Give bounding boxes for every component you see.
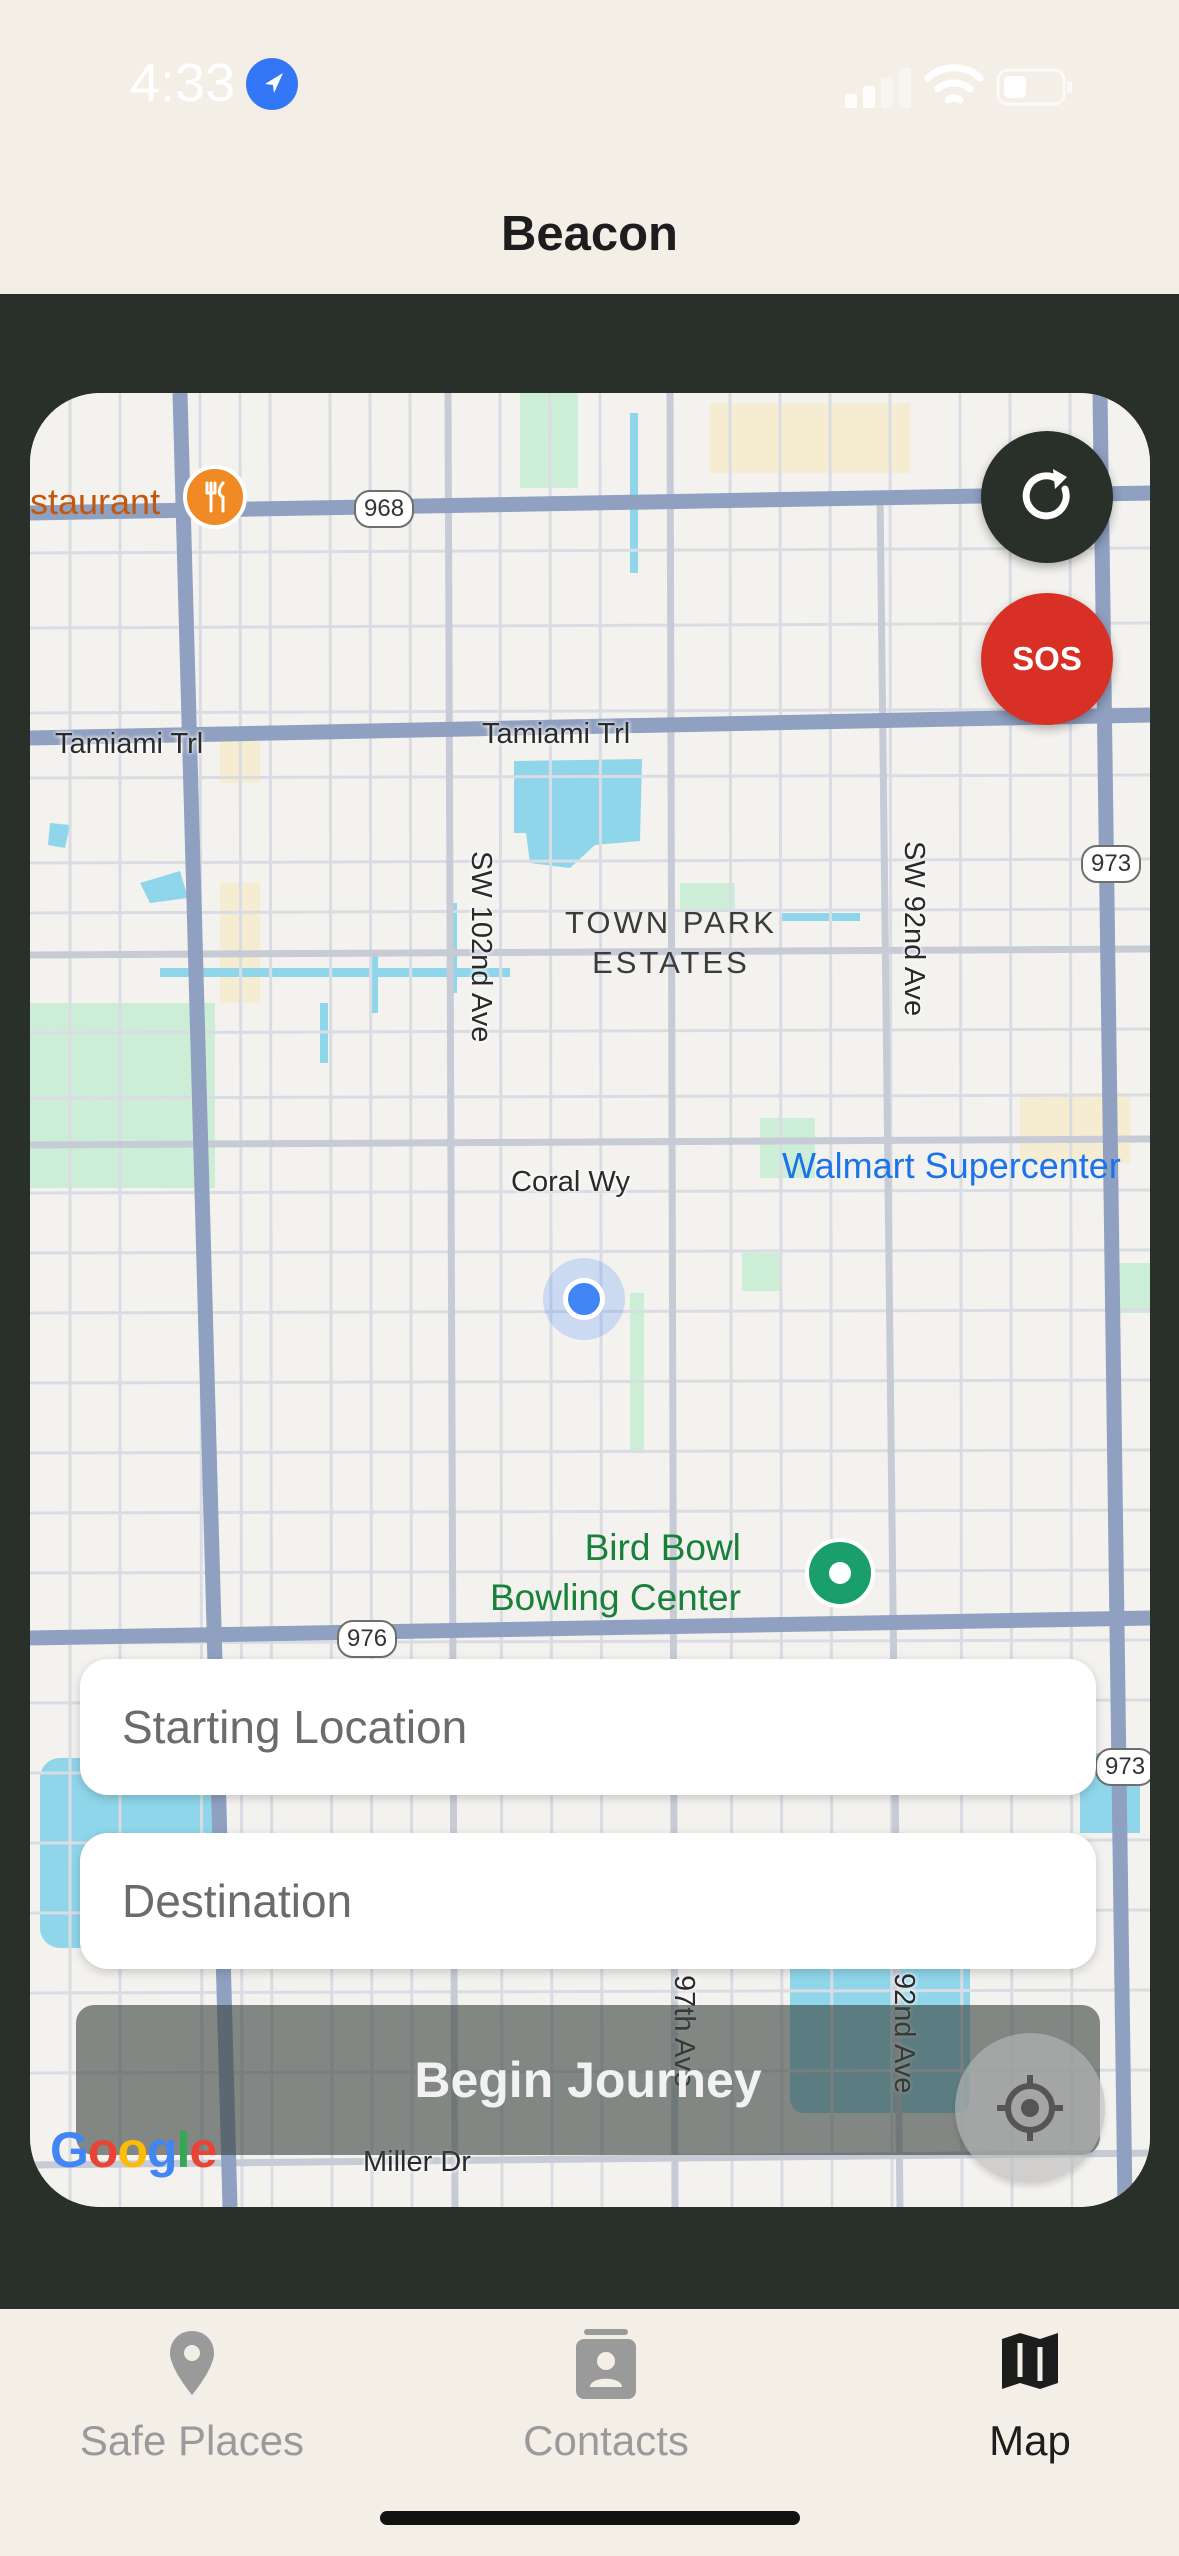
google-logo-text: Google xyxy=(50,2122,217,2178)
route-shield-973-lower: 973 xyxy=(1095,1748,1150,1786)
crosshair-icon xyxy=(997,2075,1063,2141)
commercial-area xyxy=(710,403,910,473)
refresh-icon xyxy=(1022,469,1070,520)
restaurant-icon[interactable] xyxy=(183,465,247,529)
park-area xyxy=(742,1253,782,1291)
cellular-signal-icon xyxy=(845,68,911,108)
google-logo: Google xyxy=(50,2121,217,2179)
contacts-card-icon xyxy=(576,2329,636,2399)
sos-button[interactable]: SOS xyxy=(981,593,1113,725)
map-pin-icon xyxy=(170,2331,214,2395)
tab-map[interactable]: Map xyxy=(860,2309,1179,2509)
poi-label-restaurant[interactable]: staurant xyxy=(30,481,160,523)
home-indicator[interactable] xyxy=(380,2511,800,2525)
park-area xyxy=(630,1293,644,1453)
canal xyxy=(160,968,510,977)
page-title: Beacon xyxy=(500,207,678,261)
map-view[interactable]: staurant 968 Tamiami Trl Tamiami Trl 973… xyxy=(30,393,1150,2207)
route-shield-973: 973 xyxy=(1081,845,1142,883)
app-header: Beacon xyxy=(0,170,1179,294)
tab-label-safe-places: Safe Places xyxy=(79,2417,305,2464)
map-icon xyxy=(1002,2333,1058,2389)
tab-label-map: Map xyxy=(989,2417,1071,2464)
tab-label-contacts: Contacts xyxy=(523,2417,689,2464)
user-location-dot xyxy=(563,1278,605,1320)
poi-label-bird-bowl[interactable]: Bird Bowl Bowling Center xyxy=(490,1523,741,1623)
tab-safe-places[interactable]: Safe Places xyxy=(22,2309,362,2509)
starting-location-input[interactable] xyxy=(80,1659,1096,1795)
route-shield-976: 976 xyxy=(337,1620,398,1658)
refresh-button[interactable] xyxy=(981,431,1113,563)
road-label-tamiami-center: Tamiami Trl xyxy=(482,718,631,750)
route-shield-968: 968 xyxy=(354,490,415,528)
road-label-sw-102nd: SW 102nd Ave xyxy=(465,851,497,1043)
road-label-tamiami-left: Tamiami Trl xyxy=(55,728,204,760)
road-label-sw-92nd: SW 92nd Ave xyxy=(898,841,930,1017)
status-bar: 4:33 xyxy=(0,0,1179,170)
status-time: 4:33 xyxy=(130,53,236,113)
bowling-pin-icon[interactable] xyxy=(805,1538,875,1608)
poi-label-walmart[interactable]: Walmart Supercenter xyxy=(782,1145,1121,1187)
begin-journey-button[interactable]: Begin Journey xyxy=(76,2005,1100,2155)
tab-contacts[interactable]: Contacts xyxy=(436,2309,776,2509)
canal xyxy=(780,913,860,921)
road-label-coral-wy: Coral Wy xyxy=(511,1166,630,1198)
wifi-icon xyxy=(924,64,984,104)
area-label-town-park-estates: TOWN PARK ESTATES xyxy=(565,905,777,980)
park-area xyxy=(30,1003,215,1188)
recenter-location-button[interactable] xyxy=(955,2033,1105,2183)
destination-input[interactable] xyxy=(80,1833,1096,1969)
location-arrow-icon xyxy=(246,58,298,110)
battery-icon xyxy=(996,68,1072,106)
